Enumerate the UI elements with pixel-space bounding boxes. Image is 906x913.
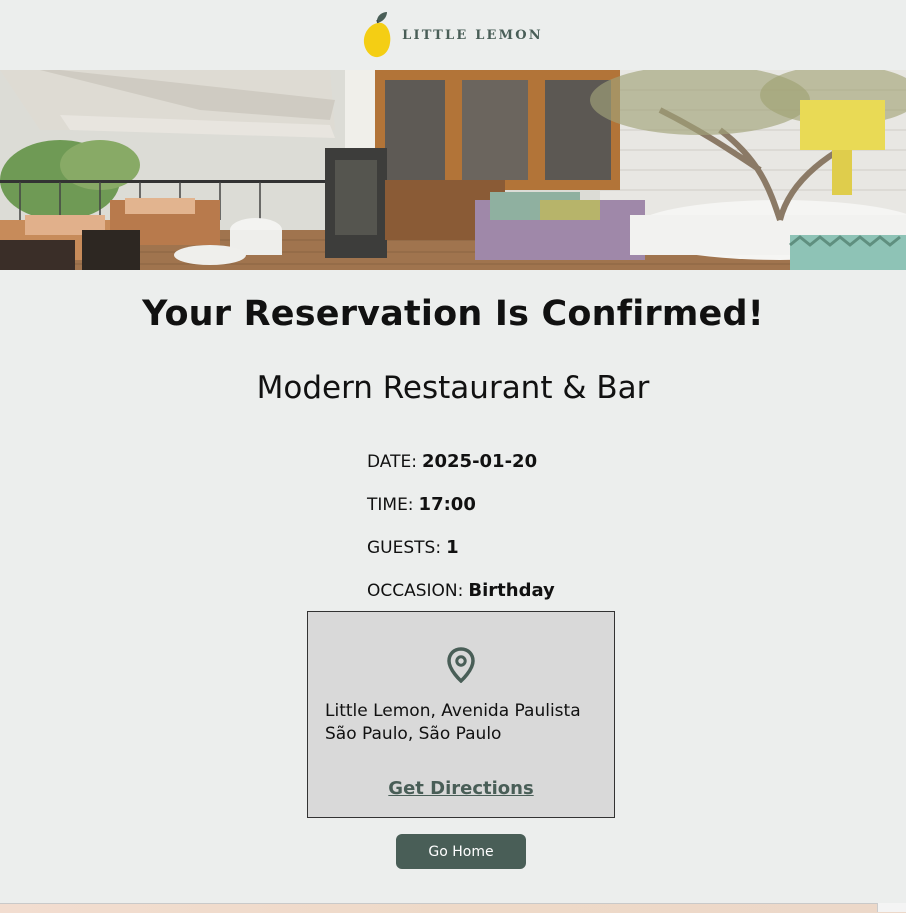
occasion-value: Birthday [468, 580, 555, 601]
detail-time: TIME: 17:00 [367, 483, 555, 526]
get-directions-link[interactable]: Get Directions [308, 778, 614, 799]
detail-date: DATE: 2025-01-20 [367, 440, 555, 483]
address-line-1: Little Lemon, Avenida Paulista [325, 701, 581, 721]
guests-label: GUESTS: [367, 537, 442, 558]
address: Little Lemon, Avenida Paulista São Paulo… [325, 700, 581, 746]
site-header: LITTLE LEMON [0, 0, 906, 70]
scrollbar-corner [877, 903, 906, 912]
lemon-icon [364, 12, 391, 58]
logo-text: LITTLE LEMON [402, 27, 543, 43]
date-label: DATE: [367, 451, 417, 472]
logo[interactable]: LITTLE LEMON [363, 11, 543, 59]
detail-occasion: OCCASION: Birthday [367, 569, 555, 612]
time-label: TIME: [367, 494, 414, 515]
restaurant-subtitle: Modern Restaurant & Bar [256, 370, 650, 406]
guests-value: 1 [446, 537, 459, 558]
location-card: Little Lemon, Avenida Paulista São Paulo… [307, 611, 615, 818]
restaurant-terrace-image [0, 70, 906, 270]
time-value: 17:00 [418, 494, 476, 515]
page-title: Your Reservation Is Confirmed! [142, 294, 764, 334]
map-pin-icon [447, 647, 475, 683]
date-value: 2025-01-20 [421, 451, 538, 472]
hero-image [0, 70, 906, 270]
address-line-2: São Paulo, São Paulo [325, 724, 502, 744]
go-home-button[interactable]: Go Home [396, 834, 526, 869]
reservation-details: DATE: 2025-01-20 TIME: 17:00 GUESTS: 1 O… [367, 440, 555, 612]
occasion-label: OCCASION: [367, 580, 464, 601]
detail-guests: GUESTS: 1 [367, 526, 555, 569]
